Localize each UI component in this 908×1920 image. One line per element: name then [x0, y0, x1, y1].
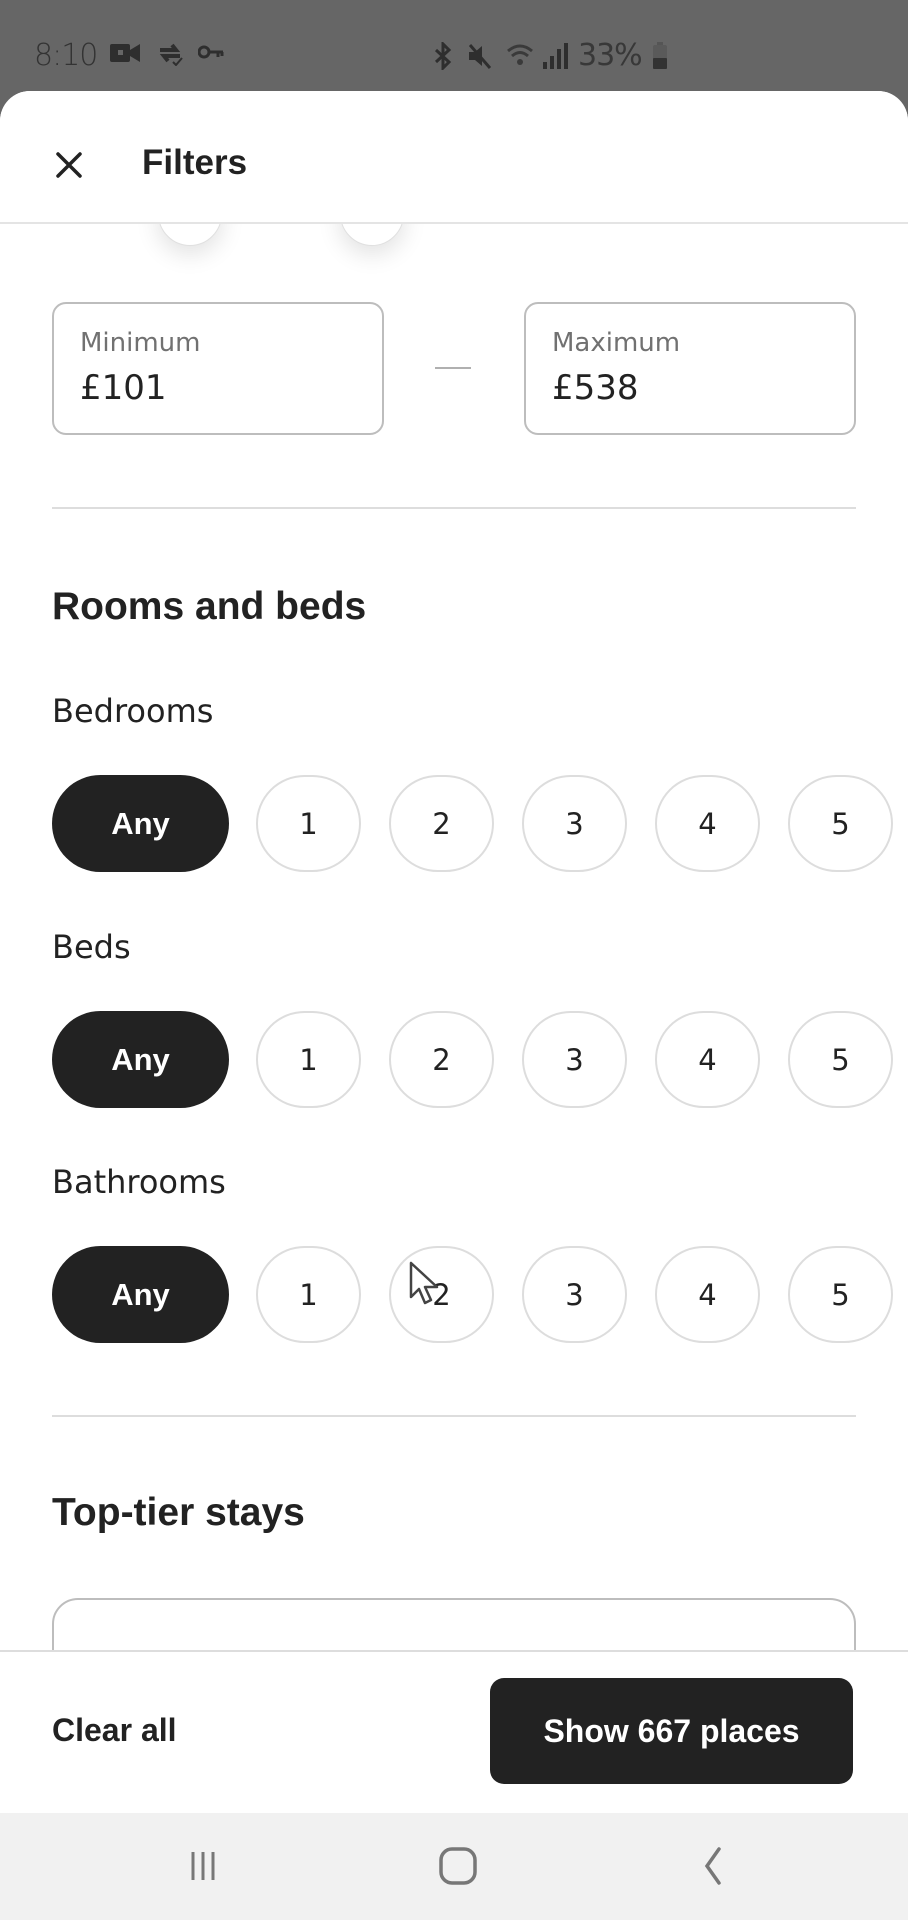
filters-header: Filters — [0, 91, 908, 224]
price-range-separator — [435, 367, 471, 369]
filters-sheet: Minimum £101 Maximum £538 Rooms and beds… — [0, 91, 908, 1813]
battery-percent: 33% — [578, 38, 643, 73]
beds-option-3[interactable]: 3 — [522, 1011, 627, 1108]
bedrooms-option-any[interactable]: Any — [52, 775, 229, 872]
top-tier-stays-title: Top-tier stays — [52, 1491, 305, 1534]
beds-option-1[interactable]: 1 — [256, 1011, 361, 1108]
bedrooms-option-4[interactable]: 4 — [655, 775, 760, 872]
close-icon — [56, 152, 82, 178]
beds-option-any[interactable]: Any — [52, 1011, 229, 1108]
sync-check-icon — [156, 42, 184, 71]
show-places-button[interactable]: Show 667 places — [490, 1678, 853, 1784]
minimum-price-label: Minimum — [80, 328, 201, 358]
bathrooms-option-3[interactable]: 3 — [522, 1246, 627, 1343]
beds-option-5[interactable]: 5 — [788, 1011, 893, 1108]
filters-footer: Clear all Show 667 places — [0, 1650, 908, 1813]
bathrooms-label: Bathrooms — [52, 1163, 226, 1201]
beds-option-4[interactable]: 4 — [655, 1011, 760, 1108]
battery-icon — [652, 42, 668, 75]
back-button[interactable] — [683, 1841, 743, 1891]
back-icon — [704, 1847, 721, 1885]
home-icon — [439, 1847, 477, 1885]
bedrooms-option-2[interactable]: 2 — [389, 775, 494, 872]
bedrooms-option-1[interactable]: 1 — [256, 775, 361, 872]
status-bar: 8:10 33% — [0, 0, 908, 92]
maximum-price-label: Maximum — [552, 328, 681, 358]
bathrooms-option-5[interactable]: 5 — [788, 1246, 893, 1343]
video-camera-icon — [110, 42, 140, 69]
maximum-price-field[interactable]: Maximum £538 — [524, 302, 856, 435]
wifi-icon — [506, 42, 536, 73]
system-nav-bar — [0, 1813, 908, 1920]
signal-icon — [542, 42, 568, 75]
section-divider — [52, 1415, 856, 1417]
minimum-price-value[interactable]: £101 — [80, 368, 167, 408]
recent-apps-button[interactable] — [173, 1841, 233, 1891]
bathrooms-option-1[interactable]: 1 — [256, 1246, 361, 1343]
minimum-price-field[interactable]: Minimum £101 — [52, 302, 384, 435]
filters-content: Minimum £101 Maximum £538 Rooms and beds… — [0, 91, 908, 1718]
section-divider — [52, 507, 856, 509]
mute-icon — [466, 42, 494, 75]
clear-all-button[interactable]: Clear all — [52, 1712, 177, 1749]
status-time: 8:10 — [34, 38, 98, 73]
bedrooms-label: Bedrooms — [52, 692, 214, 730]
bedrooms-option-5[interactable]: 5 — [788, 775, 893, 872]
bathrooms-option-any[interactable]: Any — [52, 1246, 229, 1343]
vpn-key-icon — [197, 42, 224, 67]
close-button[interactable] — [50, 146, 88, 184]
mouse-cursor-icon — [409, 1261, 439, 1305]
bathrooms-option-4[interactable]: 4 — [655, 1246, 760, 1343]
rooms-and-beds-title: Rooms and beds — [52, 585, 367, 628]
page-title: Filters — [142, 143, 248, 182]
home-button[interactable] — [428, 1841, 488, 1891]
recent-apps-icon — [191, 1852, 215, 1880]
beds-label: Beds — [52, 928, 131, 966]
bluetooth-icon — [432, 40, 454, 75]
maximum-price-value[interactable]: £538 — [552, 368, 639, 408]
bedrooms-option-3[interactable]: 3 — [522, 775, 627, 872]
beds-option-2[interactable]: 2 — [389, 1011, 494, 1108]
